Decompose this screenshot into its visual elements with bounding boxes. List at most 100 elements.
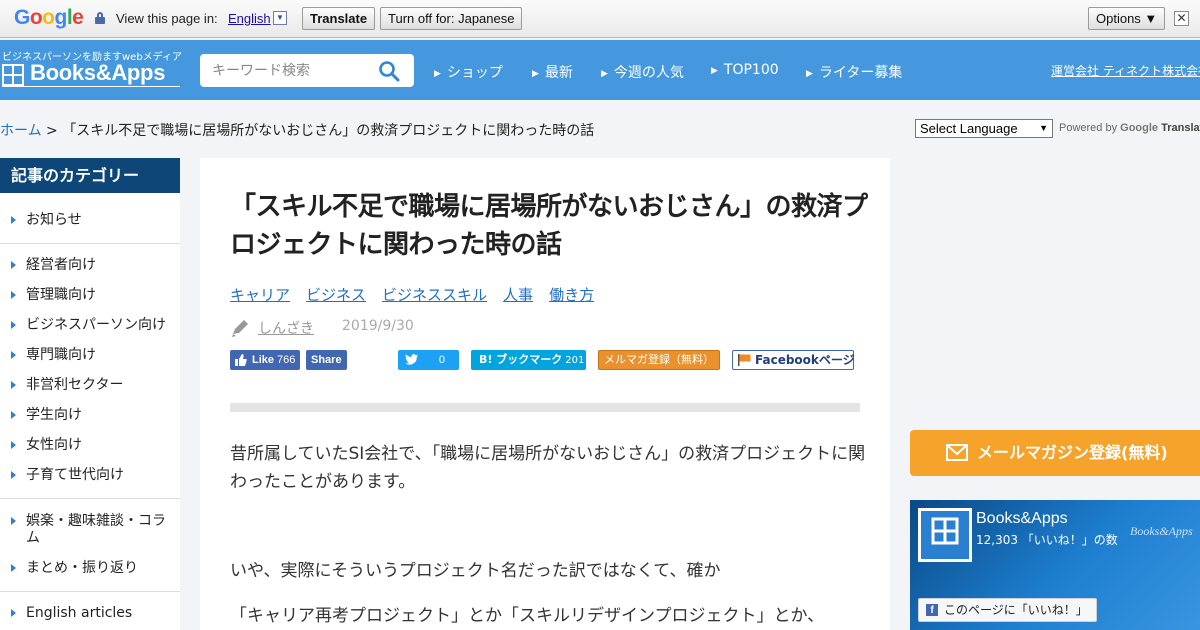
sidebar-item-nonprofit[interactable]: 非営利セクター [0, 377, 180, 394]
tweet-count: 0 [438, 354, 445, 366]
close-icon[interactable]: ✕ [1174, 11, 1189, 26]
caret-right-icon [11, 216, 16, 224]
sidebar-item-label: 娯楽・趣味雑談・コラム [26, 513, 166, 546]
nav-arrow-icon: ▶ [434, 69, 441, 79]
sidebar-item-parenting[interactable]: 子育て世代向け [0, 467, 180, 484]
facebook-share-button[interactable]: Share [306, 350, 347, 370]
cover-watermark: Books&Apps [1130, 524, 1193, 538]
caret-right-icon [11, 351, 16, 359]
sidebar-item-specialists[interactable]: 専門職向け [0, 347, 180, 364]
sidebar-item-news[interactable]: お知らせ [0, 212, 180, 229]
nav-label: ショップ [446, 65, 503, 81]
turn-off-button[interactable]: Turn off for: Japanese [380, 7, 523, 30]
caret-right-icon [11, 321, 16, 329]
facebook-page-button[interactable]: Facebookページ [732, 350, 855, 370]
article-main: 「スキル不足で職場に居場所がないおじさん」の救済プロジェクトに関わった時の話 キ… [200, 158, 890, 630]
mailmag-banner-label: メールマガジン登録(無料) [977, 443, 1168, 462]
google-translate-bar: Google View this page in: English ▼ Tran… [0, 0, 1200, 38]
article-paragraph: 「キャリア再考プロジェクト」とか「スキルリデザインプロジェクト」とか、 [230, 606, 825, 626]
site-logo[interactable]: Books&Apps [30, 60, 165, 86]
sidebar-item-label: 非営利セクター [26, 377, 124, 393]
twitter-button[interactable]: 0 [398, 350, 459, 370]
nav-weekly-popular[interactable]: ▶ 今週の人気 [601, 62, 684, 82]
options-button[interactable]: Options ▼ [1088, 7, 1166, 30]
nav-label: 最新 [544, 65, 573, 81]
publish-date: 2019/9/30 [342, 318, 414, 334]
sidebar-item-label: ビジネスパーソン向け [26, 317, 166, 333]
author-link[interactable]: しんざき [258, 318, 314, 338]
language-link[interactable]: English [228, 11, 271, 26]
language-select[interactable]: Select Language ▼ [915, 119, 1053, 138]
translate-button[interactable]: Translate [302, 7, 376, 30]
caret-right-icon [11, 291, 16, 299]
breadcrumb: ホーム > 「スキル不足で職場に居場所がないおじさん」の救済プロジェクトに関わっ… [0, 120, 594, 140]
lock-icon [95, 12, 105, 24]
sidebar-item-women[interactable]: 女性向け [0, 437, 180, 454]
site-header: ビジネスパーソンを励ますwebメディア Books&Apps ▶ショップ ▶最新… [0, 40, 1200, 100]
sidebar-title: 記事のカテゴリー [0, 158, 180, 193]
facebook-icon: f [926, 604, 938, 616]
mailmag-banner[interactable]: メールマガジン登録(無料) [910, 430, 1200, 476]
sidebar-divider [0, 498, 180, 499]
facebook-page-label: Facebookページ [755, 353, 855, 367]
breadcrumb-separator: > [41, 123, 63, 139]
tag-link[interactable]: ビジネス [306, 286, 366, 304]
sidebar-item-english[interactable]: English articles [0, 605, 180, 622]
page-likes-count: 12,303 「いいね！」の数 [976, 533, 1118, 547]
sidebar-item-label: 学生向け [26, 407, 82, 423]
hatena-label: B! ブックマーク [479, 353, 563, 366]
nav-writer-recruit[interactable]: ▶ ライター募集 [806, 62, 902, 82]
google-small-logo: Google [1120, 122, 1159, 134]
sidebar-item-executives[interactable]: 経営者向け [0, 257, 180, 274]
translate-label: Translate [1161, 122, 1200, 134]
caret-right-icon [11, 381, 16, 389]
nav-shop[interactable]: ▶ ショップ [434, 62, 503, 82]
sidebar-item-label: 専門職向け [26, 347, 96, 363]
caret-right-icon [11, 517, 16, 525]
tag-link[interactable]: 人事 [503, 286, 533, 304]
search-icon[interactable] [378, 60, 400, 82]
hatena-bookmark-button[interactable]: B! ブックマーク 201 [471, 350, 586, 370]
page-name[interactable]: Books&Apps [976, 510, 1068, 528]
page-like-label: このページに「いいね！」 [944, 603, 1088, 617]
nav-label: ライター募集 [818, 65, 903, 81]
books-apps-logo-icon [931, 517, 959, 545]
caret-right-icon [11, 471, 16, 479]
nav-latest[interactable]: ▶ 最新 [532, 62, 573, 82]
search-box [200, 54, 414, 87]
sidebar-item-students[interactable]: 学生向け [0, 407, 180, 424]
nav-top100[interactable]: ▶ TOP100 [711, 62, 779, 78]
tag-link[interactable]: 働き方 [549, 286, 594, 304]
sidebar-item-managers[interactable]: 管理職向け [0, 287, 180, 304]
content-divider-bar [230, 403, 860, 412]
page-like-button[interactable]: f このページに「いいね！」 [918, 598, 1097, 622]
sidebar-item-label: お知らせ [26, 212, 82, 228]
flag-icon [738, 354, 751, 366]
breadcrumb-home[interactable]: ホーム [0, 123, 42, 139]
facebook-like-button[interactable]: Like 766 [230, 350, 301, 370]
sidebar-item-summary[interactable]: まとめ・振り返り [0, 560, 180, 577]
tag-link[interactable]: キャリア [230, 286, 290, 304]
sidebar-item-label: English articles [26, 605, 133, 621]
category-sidebar: 記事のカテゴリー お知らせ 経営者向け 管理職向け ビジネスパーソン向け 専門職… [0, 158, 180, 630]
nav-label: 今週の人気 [613, 65, 684, 81]
chevron-down-icon: ▼ [1039, 123, 1048, 133]
logo-icon[interactable] [2, 64, 24, 86]
like-label: Like [252, 354, 275, 366]
company-link[interactable]: 運営会社 ティネクト株式会社 [1051, 62, 1200, 79]
search-input[interactable] [212, 54, 372, 87]
tag-link[interactable]: ビジネススキル [382, 286, 487, 304]
language-select-label: Select Language [920, 121, 1018, 136]
breadcrumb-current: 「スキル不足で職場に居場所がないおじさん」の救済プロジェクトに関わった時の話 [62, 123, 595, 139]
nav-arrow-icon: ▶ [601, 69, 608, 79]
caret-right-icon [11, 609, 16, 617]
facebook-page-widget[interactable]: Books&Apps 12,303 「いいね！」の数 Books&Apps f … [910, 500, 1200, 630]
page-avatar [918, 508, 972, 562]
caret-right-icon [11, 261, 16, 269]
mailmag-button[interactable]: メルマガ登録（無料） [598, 350, 720, 370]
thumbs-up-icon [235, 354, 247, 366]
language-dropdown-icon[interactable]: ▼ [273, 11, 287, 25]
sidebar-item-label: 経営者向け [26, 257, 96, 273]
sidebar-item-entertainment[interactable]: 娯楽・趣味雑談・コラム [0, 513, 170, 547]
sidebar-item-business-people[interactable]: ビジネスパーソン向け [0, 317, 180, 334]
